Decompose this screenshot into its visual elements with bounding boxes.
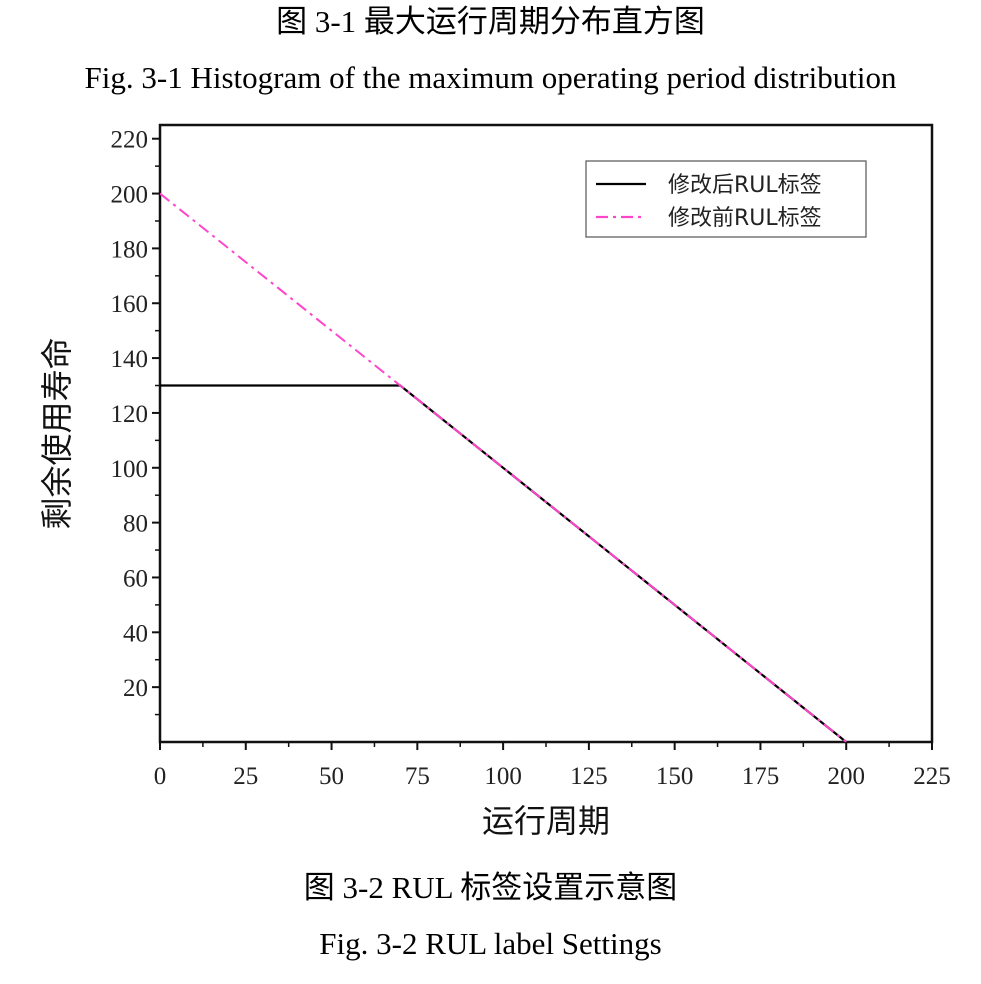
y-tick-label: 180 xyxy=(111,236,149,263)
y-tick-label: 20 xyxy=(123,675,148,702)
y-tick-label: 200 xyxy=(111,182,149,209)
chart-legend: 修改后RUL标签修改前RUL标签 xyxy=(585,160,867,238)
x-tick-label: 225 xyxy=(913,763,951,790)
x-tick-label: 200 xyxy=(827,763,865,790)
series-line xyxy=(160,384,847,743)
x-tick-label: 150 xyxy=(656,763,694,790)
y-tick-label: 80 xyxy=(123,511,148,538)
x-axis-title: 运行周期 xyxy=(482,802,610,840)
y-tick-label: 100 xyxy=(111,456,149,483)
x-tick-label: 25 xyxy=(233,763,258,790)
y-tick-label: 60 xyxy=(123,565,148,592)
legend-entry-label: 修改前RUL标签 xyxy=(668,206,822,231)
x-tick-label: 75 xyxy=(405,763,430,790)
y-axis-title: 剩余使用寿命 xyxy=(38,337,76,529)
legend-entry-label: 修改后RUL标签 xyxy=(668,173,822,198)
y-tick-label: 160 xyxy=(111,291,149,318)
x-tick-label: 100 xyxy=(484,763,522,790)
rul-label-chart: 0 25 50 75 100 125 150 175 200 225 20 40 60 80 100 120 1… xyxy=(38,123,951,840)
figure-caption-bottom-chinese: 图 3-2 RUL 标签设置示意图 xyxy=(303,870,678,905)
y-tick-label: 220 xyxy=(111,127,149,154)
series-layer xyxy=(159,192,847,743)
figure-caption-bottom-english: Fig. 3-2 RUL label Settings xyxy=(319,926,662,961)
x-tick-label: 175 xyxy=(742,763,780,790)
y-tick-label: 40 xyxy=(123,620,148,647)
x-tick-label: 0 xyxy=(154,763,167,790)
x-tick-label: 125 xyxy=(570,763,608,790)
y-tick-label: 140 xyxy=(111,346,149,373)
x-tick-label: 50 xyxy=(319,763,344,790)
y-tick-label: 120 xyxy=(111,401,149,428)
